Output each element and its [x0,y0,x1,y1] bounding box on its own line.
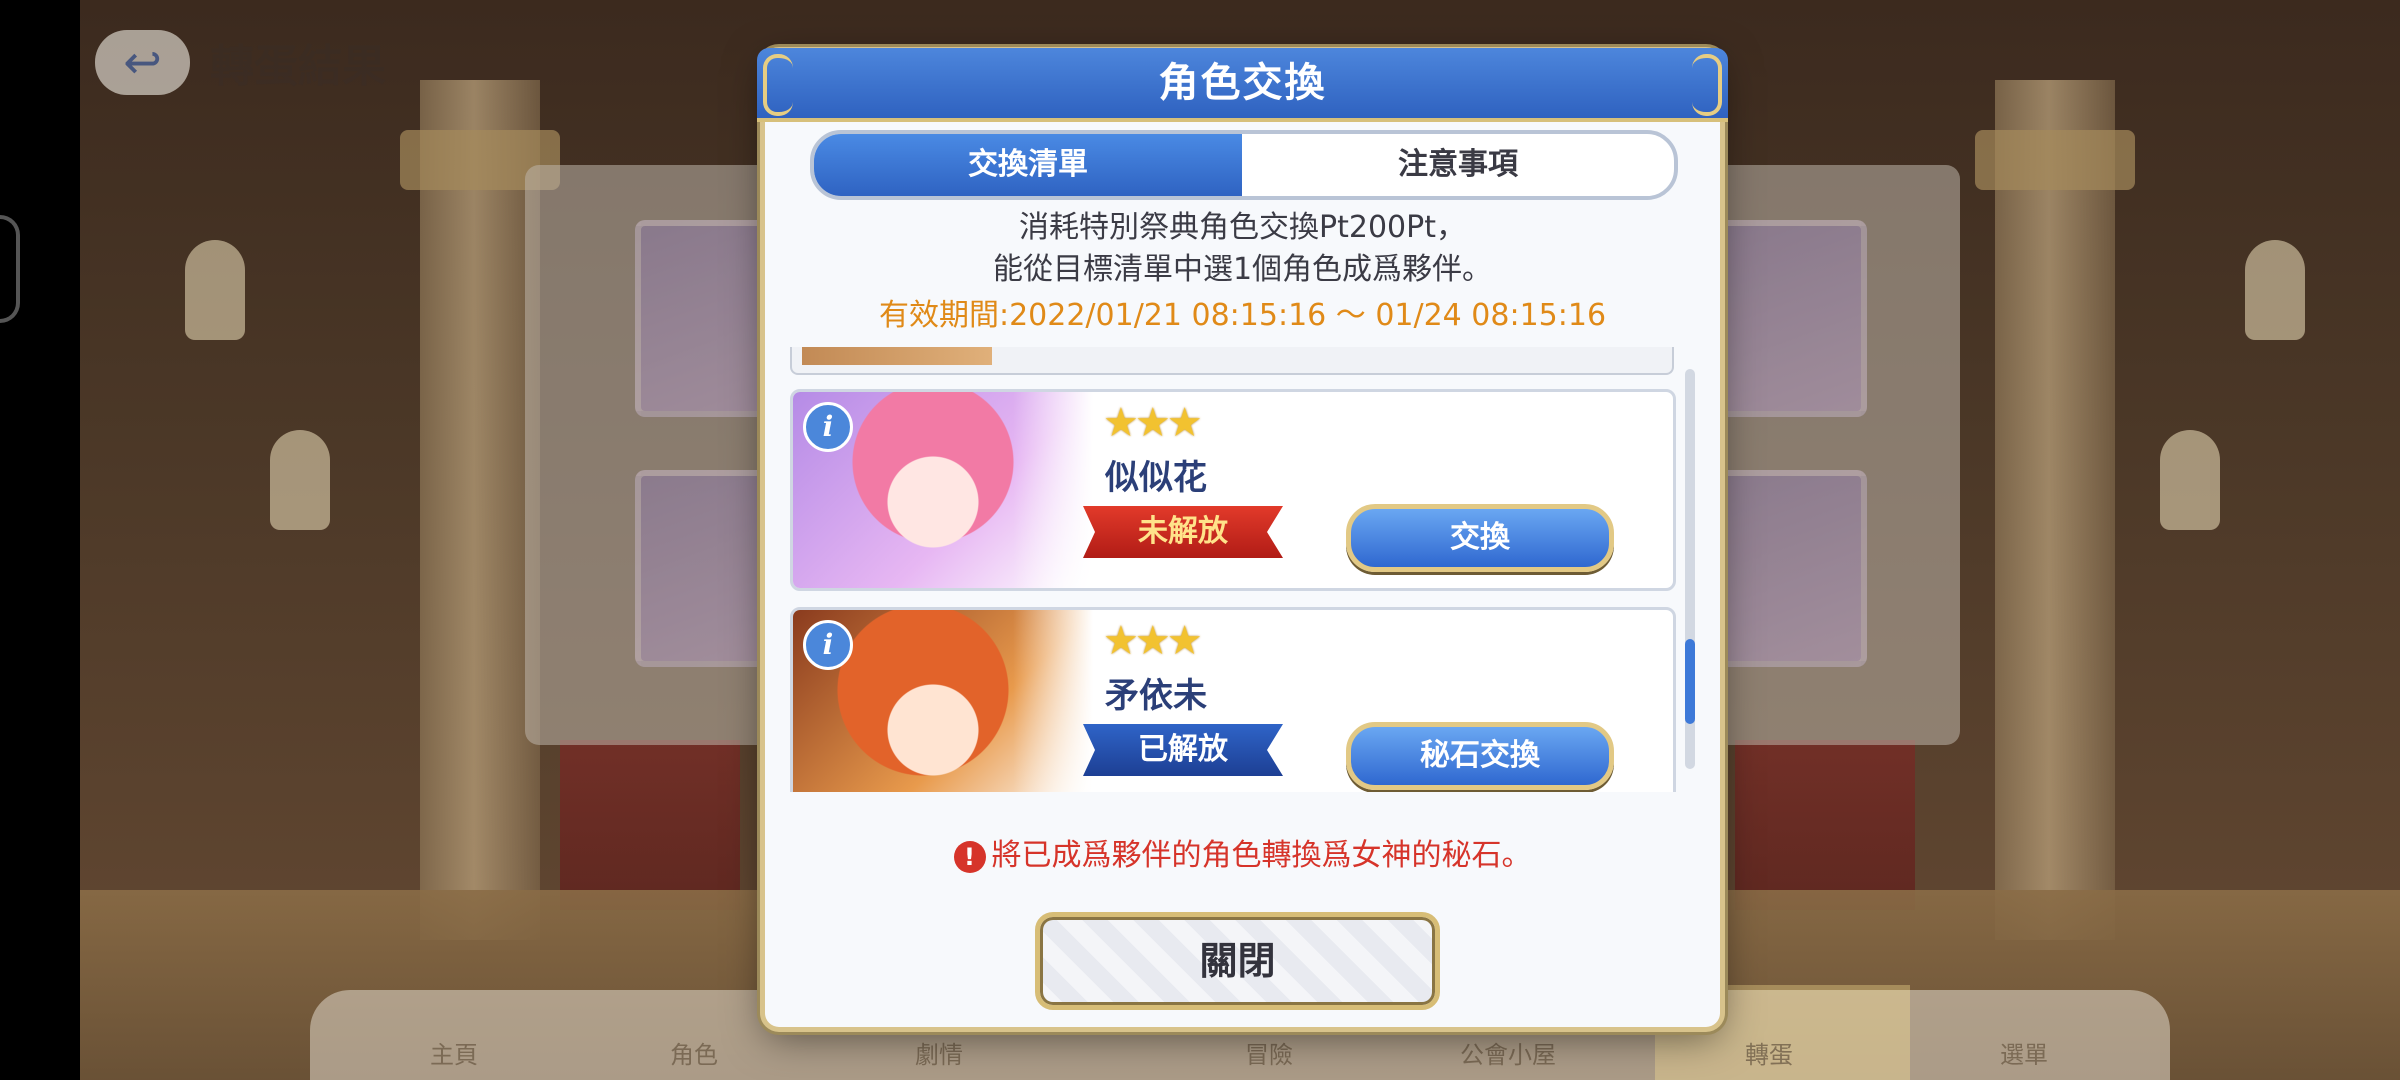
nav-item-character[interactable]: 角色 [670,1035,718,1070]
rarity-stars: ★★★ [1103,400,1203,446]
dialog-header: 角色交換 [757,48,1728,122]
background-pillar [1995,80,2115,940]
tab-bar: 交換清單 注意事項 [810,130,1678,200]
list-item-partial [790,347,1674,375]
tab-notes[interactable]: 注意事項 [1242,134,1674,196]
nav-item-home[interactable]: 主頁 [430,1035,478,1070]
character-name: 矛依未 [1105,676,1207,716]
validity-period: 有效期間:2022/01/21 08:15:16 ～ 01/24 08:15:1… [765,290,1720,334]
status-badge: 未解放 [1083,506,1283,558]
list-item: i ★★★ 似似花 未解放 交換 [790,389,1676,591]
close-button[interactable]: 關閉 [1035,912,1440,1010]
nav-item-menu[interactable]: 選單 [2000,1035,2048,1070]
nav-item-adventure[interactable]: 冒險 [1245,1035,1293,1070]
character-name: 似似花 [1105,458,1207,498]
character-exchange-dialog: 角色交換 交換清單 注意事項 消耗特別祭典角色交換Pt200Pt， 能從目標清單… [757,48,1728,1027]
warning-icon: ! [953,840,986,873]
description-line-1: 消耗特別祭典角色交換Pt200Pt， [1019,210,1466,245]
screen-edge [0,0,80,1080]
back-arrow-icon: ↩ [123,35,162,89]
device-notch [0,215,20,323]
nav-item-guild-house[interactable]: 公會小屋 [1460,1035,1556,1070]
exchange-button[interactable]: 交換 [1346,504,1614,572]
scrollbar-thumb[interactable] [1685,639,1695,724]
status-badge: 已解放 [1083,724,1283,776]
jewel-exchange-button[interactable]: 秘石交換 [1346,722,1614,790]
background-lamp [2245,240,2305,340]
rarity-stars: ★★★ [1103,618,1203,664]
validity-period-label: 有效期間: [878,298,1010,333]
background-lamp [270,430,330,530]
list-item: i ★★★ 矛依未 已解放 秘石交換 [790,607,1676,792]
background-pillar-cap [1975,130,2135,190]
info-icon[interactable]: i [803,402,853,452]
background-pillar [420,80,540,940]
exchange-list[interactable]: i ★★★ 似似花 未解放 交換 i ★★★ 矛依未 已解放 秘石交換 [780,347,1705,792]
back-button[interactable]: ↩ [95,30,190,95]
background-lamp [2160,430,2220,530]
tab-exchange-list[interactable]: 交換清單 [814,134,1242,196]
info-icon[interactable]: i [803,620,853,670]
page-title: 轉蛋結果 [210,41,386,92]
list-scrollbar[interactable] [1685,369,1695,769]
background-curtain [560,740,740,910]
background-lamp [185,240,245,340]
background-curtain [1735,740,1915,910]
notice-message: 將已成爲夥伴的角色轉換爲女神的秘石。 [991,838,1532,873]
background-card [1710,220,1867,417]
nav-item-gacha[interactable]: 轉蛋 [1745,1035,1793,1070]
background-card [1710,470,1867,667]
description-line-2: 能從目標清單中選1個角色成爲夥伴。 [992,252,1493,287]
nav-item-story[interactable]: 劇情 [915,1035,963,1070]
validity-period-value: 2022/01/21 08:15:16 ～ 01/24 08:15:16 [1009,298,1607,333]
dialog-title: 角色交換 [1158,60,1327,106]
notice-text: ! 將已成爲夥伴的角色轉換爲女神的秘石。 [765,830,1720,874]
